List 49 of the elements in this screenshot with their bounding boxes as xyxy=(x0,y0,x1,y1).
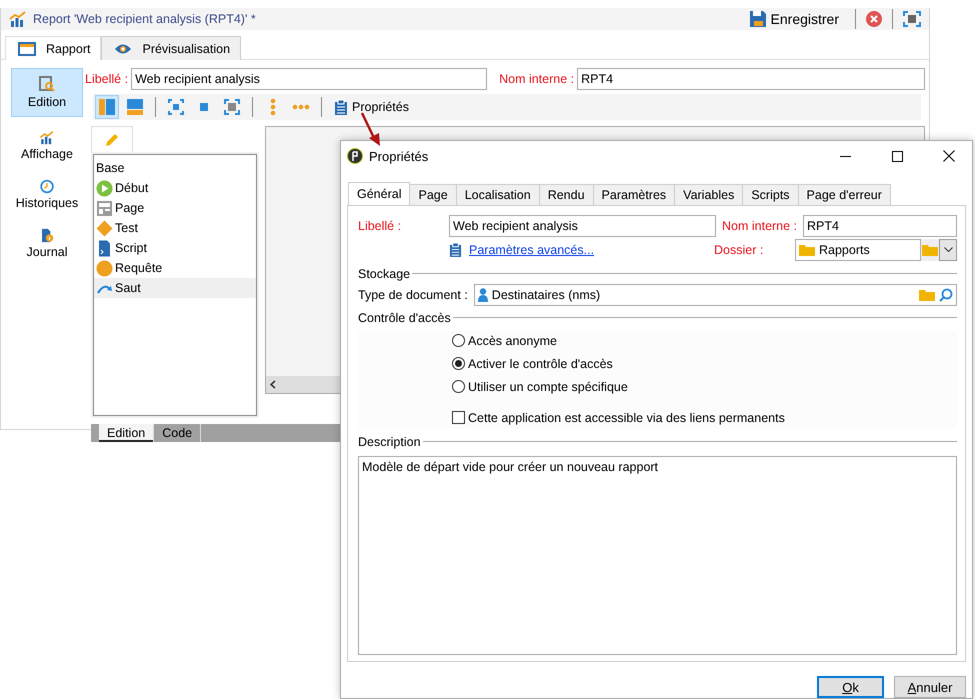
sidebar-item[interactable]: Historiques xyxy=(11,172,83,215)
label-field[interactable]: Web recipient analysis xyxy=(131,68,488,90)
dialog-title: Propriétés xyxy=(369,148,430,164)
internal-name-field[interactable]: RPT4 xyxy=(803,214,957,237)
field-label: Nom interne : xyxy=(499,72,574,86)
section-title: Description xyxy=(358,434,421,449)
palette-item[interactable]: Requête xyxy=(94,258,256,278)
radio-option[interactable]: Accès anonyme xyxy=(452,330,957,351)
tab[interactable]: Général xyxy=(348,182,410,206)
folder-field[interactable]: Rapports xyxy=(795,238,921,261)
document-type-field[interactable]: Destinataires (nms) xyxy=(474,284,957,306)
tab[interactable]: Paramètres xyxy=(592,184,676,206)
field-label: Type de document : xyxy=(358,288,468,302)
palette-item[interactable]: Saut xyxy=(94,278,256,298)
sidebar-item[interactable]: Journal xyxy=(11,221,83,264)
field-label: Libellé : xyxy=(358,218,402,233)
sidebar-item[interactable]: Affichage xyxy=(11,123,83,166)
field-label: Dossier : xyxy=(714,242,764,257)
field-label: Libellé : xyxy=(85,72,128,86)
cancel-button[interactable]: Annuler xyxy=(894,676,966,698)
palette-item[interactable]: Page xyxy=(94,198,256,218)
tab[interactable]: Scripts xyxy=(742,184,799,206)
tab[interactable]: Localisation xyxy=(456,184,540,206)
palette-item[interactable]: Test xyxy=(94,218,256,238)
window-title: Report 'Web recipient analysis (RPT4)' * xyxy=(33,12,257,26)
tab[interactable]: Prévisualisation xyxy=(101,36,242,60)
tab[interactable]: Rendu xyxy=(538,184,594,206)
permalink-checkbox-option[interactable]: Cette application est accessible via des liens permanents xyxy=(452,408,957,428)
description-field[interactable]: Modèle de départ vide pour créer un nouveau rapport xyxy=(358,456,957,655)
label-field[interactable]: Web recipient analysis xyxy=(449,214,716,237)
save-button[interactable]: Enregistrer xyxy=(742,8,845,30)
palette-item[interactable]: Script xyxy=(94,238,256,258)
palette-group-title: Base xyxy=(95,160,126,177)
radio-option[interactable]: Utiliser un compte spécifique xyxy=(452,376,957,397)
field-label: Nom interne : xyxy=(722,218,798,233)
palette-item[interactable]: Début xyxy=(94,178,256,198)
tab[interactable]: Variables xyxy=(674,184,744,206)
sidebar-item[interactable]: Edition xyxy=(11,68,83,117)
tab[interactable]: Rapport xyxy=(5,36,102,60)
internal-name-field[interactable]: RPT4 xyxy=(577,68,925,90)
section-title: Contrôle d'accès xyxy=(358,310,451,325)
ok-button[interactable]: Ok xyxy=(817,676,884,698)
advanced-settings-link[interactable]: Paramètres avancés... xyxy=(469,242,594,257)
radio-option[interactable]: Activer le contrôle d'accès xyxy=(452,354,957,374)
tab[interactable]: Page d'erreur xyxy=(798,184,891,206)
tab[interactable]: Page xyxy=(409,184,457,206)
section-title: Stockage xyxy=(358,266,410,281)
properties-button[interactable]: Propriétés xyxy=(330,95,413,119)
tab[interactable]: Edition xyxy=(99,424,154,442)
